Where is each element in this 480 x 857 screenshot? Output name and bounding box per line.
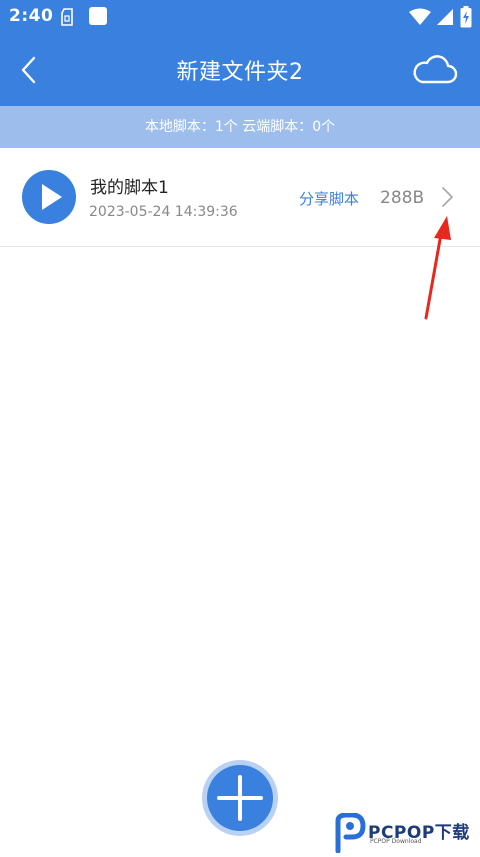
watermark: PCPOP下载 PCPOP Download: [330, 810, 480, 855]
share-script-button[interactable]: 分享脚本: [299, 188, 359, 209]
status-bar: 2:40: [0, 0, 480, 34]
sim-card-icon: [60, 8, 76, 30]
page-title: 新建文件夹2: [176, 60, 304, 85]
cloud-button[interactable]: [410, 52, 460, 88]
signal-icon: [436, 8, 454, 30]
script-list-item[interactable]: 我的脚本1 2023-05-24 14:39:36 分享脚本 288B: [0, 148, 480, 247]
add-script-button[interactable]: [207, 765, 273, 831]
script-size: 288B: [380, 188, 425, 208]
notification-square-icon: [88, 6, 108, 30]
status-time: 2:40: [9, 6, 54, 26]
cloud-icon: [410, 55, 460, 92]
battery-charging-icon: [460, 6, 472, 32]
app-bar: 新建文件夹2: [0, 34, 480, 106]
wifi-icon: [408, 8, 432, 30]
watermark-logo-icon: [332, 812, 366, 857]
script-count-bar: 本地脚本：1个 云端脚本：0个: [0, 106, 480, 148]
script-name: 我的脚本1: [90, 178, 169, 198]
script-date: 2023-05-24 14:39:36: [89, 204, 238, 220]
chevron-right-icon[interactable]: [437, 185, 457, 209]
play-button[interactable]: [22, 170, 76, 224]
annotation-arrow-icon: [420, 210, 460, 322]
watermark-subtext: PCPOP Download: [370, 838, 422, 845]
